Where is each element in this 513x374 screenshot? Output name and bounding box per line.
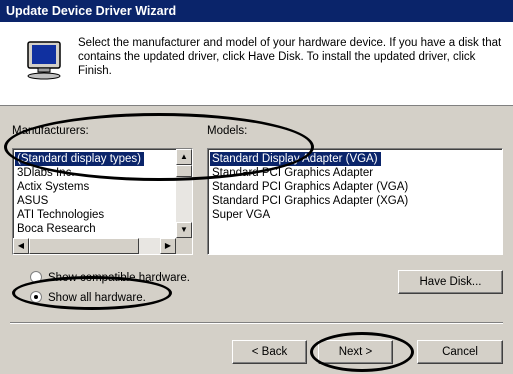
window-title: Update Device Driver Wizard (0, 0, 513, 22)
scroll-down-icon[interactable]: ▼ (176, 222, 192, 238)
manufacturer-item[interactable]: Boca Research (15, 222, 174, 236)
model-item[interactable]: Standard PCI Graphics Adapter (VGA) (210, 180, 500, 194)
highlight-ellipse (4, 113, 314, 181)
have-disk-button[interactable]: Have Disk... (398, 270, 503, 294)
scroll-corner (176, 238, 192, 254)
model-item[interactable]: Super VGA (210, 208, 500, 222)
manufacturer-item[interactable]: ATI Technologies (15, 208, 174, 222)
manufacturer-item[interactable]: Actix Systems (15, 180, 174, 194)
wizard-window: Update Device Driver Wizard Select the m… (0, 0, 513, 374)
back-button[interactable]: < Back (232, 340, 307, 364)
model-item[interactable]: Standard PCI Graphics Adapter (XGA) (210, 194, 500, 208)
manufacturers-hscrollbar[interactable]: ◀ ▶ (13, 238, 176, 254)
cancel-button[interactable]: Cancel (417, 340, 503, 364)
manufacturer-item[interactable]: ASUS (15, 194, 174, 208)
separator (10, 322, 503, 324)
wizard-header: Select the manufacturer and model of you… (0, 22, 513, 106)
scroll-right-icon[interactable]: ▶ (160, 238, 176, 254)
monitor-icon (27, 41, 61, 80)
highlight-ellipse (310, 332, 414, 372)
scroll-left-icon[interactable]: ◀ (13, 238, 29, 254)
highlight-ellipse (12, 276, 172, 310)
header-instructions: Select the manufacturer and model of you… (78, 37, 502, 77)
hscroll-thumb[interactable] (29, 238, 139, 254)
